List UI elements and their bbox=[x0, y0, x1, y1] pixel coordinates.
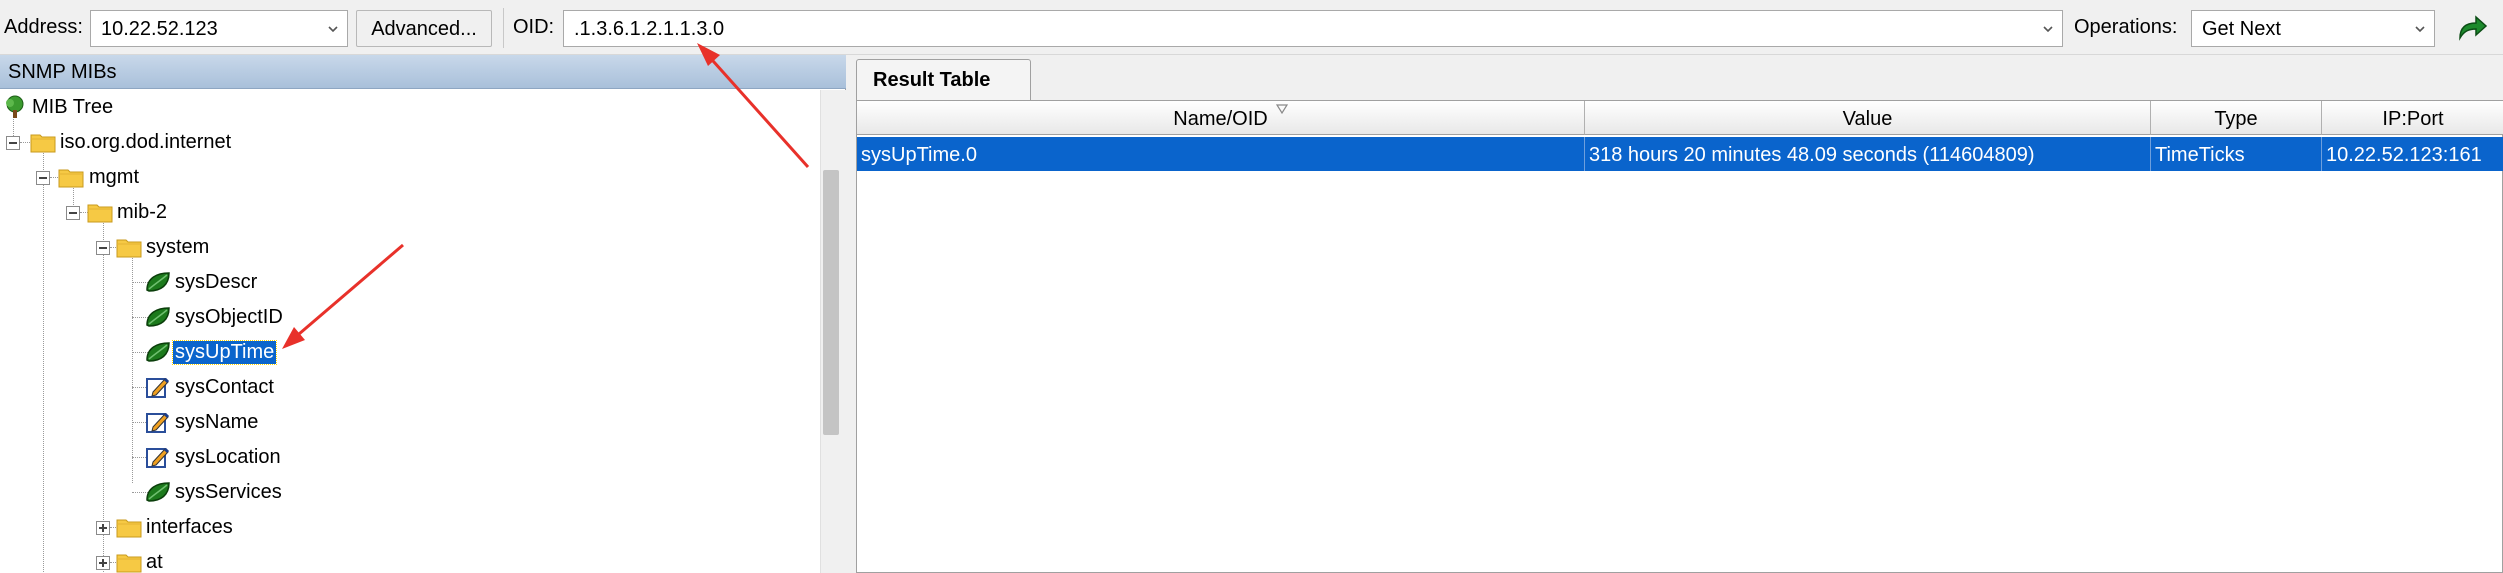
tree-node-iso[interactable]: iso.org.dod.internet bbox=[0, 125, 400, 159]
snmp-mibs-panel: SNMP MIBs MIB Tree iso.org.dod.internet … bbox=[0, 55, 846, 573]
panel-title: SNMP MIBs bbox=[8, 61, 117, 83]
operations-value: Get Next bbox=[2202, 18, 2281, 40]
chevron-down-icon bbox=[327, 23, 339, 35]
column-header-label: Type bbox=[2214, 108, 2258, 130]
tree-node-mib2[interactable]: mib-2 bbox=[0, 195, 300, 229]
panel-header: SNMP MIBs bbox=[0, 55, 846, 89]
oid-combobox[interactable]: .1.3.6.1.2.1.1.3.0 bbox=[563, 10, 2063, 47]
tree-node-sysdescr[interactable]: sysDescr bbox=[0, 265, 320, 299]
tree-node-label: system bbox=[146, 236, 210, 258]
tree-node-label: sysObjectID bbox=[175, 306, 283, 328]
edit-icon bbox=[145, 410, 171, 434]
cell-name: sysUpTime.0 bbox=[857, 137, 1585, 171]
tab-label: Result Table bbox=[873, 69, 991, 91]
tree-node-sysservices[interactable]: sysServices bbox=[0, 475, 320, 509]
tree-node-at[interactable]: at bbox=[0, 545, 300, 573]
tree-node-sysuptime[interactable]: sysUpTime bbox=[0, 335, 320, 369]
toolbar-separator bbox=[503, 8, 504, 48]
collapse-icon[interactable] bbox=[6, 136, 20, 150]
scrollbar-thumb[interactable] bbox=[823, 170, 839, 435]
advanced-button[interactable]: Advanced... bbox=[356, 10, 492, 47]
sort-indicator-icon bbox=[1276, 104, 1288, 114]
operations-combobox[interactable]: Get Next bbox=[2191, 10, 2435, 47]
chevron-down-icon bbox=[2414, 23, 2426, 35]
tree-node-label: iso.org.dod.internet bbox=[60, 131, 232, 153]
tree-node-root[interactable]: MIB Tree bbox=[0, 90, 300, 124]
cell-type: TimeTicks bbox=[2151, 137, 2322, 171]
column-header-label: Value bbox=[1842, 108, 1893, 130]
leaf-icon bbox=[145, 305, 171, 329]
address-combobox[interactable]: 10.22.52.123 bbox=[90, 10, 348, 47]
tree-node-label: interfaces bbox=[146, 516, 233, 538]
cell-text: 10.22.52.123:161 bbox=[2326, 144, 2482, 166]
toolbar: Address: 10.22.52.123 Advanced... OID: .… bbox=[0, 0, 2503, 55]
folder-icon bbox=[116, 235, 142, 259]
tree-node-syscontact[interactable]: sysContact bbox=[0, 370, 320, 404]
edit-icon bbox=[145, 445, 171, 469]
tree-node-system[interactable]: system bbox=[0, 230, 300, 264]
chevron-down-icon bbox=[2042, 23, 2054, 35]
tab-result-table[interactable]: Result Table bbox=[856, 59, 1031, 100]
column-header-label: IP:Port bbox=[2382, 108, 2444, 130]
leaf-icon bbox=[145, 340, 171, 364]
column-header-name[interactable]: Name/OID bbox=[857, 101, 1585, 135]
mib-tree: MIB Tree iso.org.dod.internet mgmt mib-2… bbox=[0, 90, 820, 573]
tree-node-label: MIB Tree bbox=[32, 96, 114, 118]
results-panel: Result Table Name/OID Value Type IP:Port… bbox=[850, 55, 2503, 573]
leaf-icon bbox=[145, 270, 171, 294]
tree-node-label: sysLocation bbox=[175, 446, 281, 468]
cell-text: sysUpTime.0 bbox=[861, 144, 977, 166]
table-row[interactable]: sysUpTime.0 318 hours 20 minutes 48.09 s… bbox=[857, 137, 2503, 171]
cell-value: 318 hours 20 minutes 48.09 seconds (1146… bbox=[1585, 137, 2151, 171]
cell-ipport: 10.22.52.123:161 bbox=[2322, 137, 2503, 171]
tree-node-label: sysServices bbox=[175, 481, 282, 503]
tree-icon bbox=[2, 95, 28, 119]
tree-node-sysobjectid[interactable]: sysObjectID bbox=[0, 300, 320, 334]
cell-text: 318 hours 20 minutes 48.09 seconds (1146… bbox=[1589, 144, 2035, 166]
collapse-icon[interactable] bbox=[66, 206, 80, 220]
column-header-ipport[interactable]: IP:Port bbox=[2322, 101, 2503, 135]
collapse-icon[interactable] bbox=[96, 241, 110, 255]
address-label: Address: bbox=[4, 16, 83, 38]
tree-node-mgmt[interactable]: mgmt bbox=[0, 160, 300, 194]
tree-node-interfaces[interactable]: interfaces bbox=[0, 510, 300, 544]
tree-node-label-selected: sysUpTime bbox=[171, 340, 278, 365]
expand-icon[interactable] bbox=[96, 556, 110, 570]
folder-icon bbox=[30, 130, 56, 154]
tree-node-syslocation[interactable]: sysLocation bbox=[0, 440, 320, 474]
column-header-label: Name/OID bbox=[1173, 108, 1268, 130]
tree-node-label: mgmt bbox=[89, 166, 139, 188]
folder-icon bbox=[87, 200, 113, 224]
folder-icon bbox=[116, 550, 142, 573]
advanced-button-label: Advanced... bbox=[371, 18, 477, 40]
leaf-icon bbox=[145, 480, 171, 504]
go-button[interactable] bbox=[2448, 10, 2500, 47]
column-header-type[interactable]: Type bbox=[2151, 101, 2322, 135]
edit-icon bbox=[145, 375, 171, 399]
folder-icon bbox=[116, 515, 142, 539]
result-table: Name/OID Value Type IP:Port sysUpTime.0 … bbox=[856, 100, 2503, 573]
operations-label: Operations: bbox=[2074, 16, 2178, 38]
tree-node-label: mib-2 bbox=[117, 201, 168, 223]
tree-node-label: at bbox=[146, 551, 163, 573]
tree-node-label: sysName bbox=[175, 411, 259, 433]
tree-scrollbar[interactable] bbox=[820, 90, 846, 573]
cell-text: TimeTicks bbox=[2155, 144, 2245, 166]
expand-icon[interactable] bbox=[96, 521, 110, 535]
go-arrow-icon bbox=[2459, 15, 2488, 41]
oid-label: OID: bbox=[513, 16, 555, 38]
tree-node-label: sysContact bbox=[175, 376, 274, 398]
column-header-value[interactable]: Value bbox=[1585, 101, 2151, 135]
collapse-icon[interactable] bbox=[36, 171, 50, 185]
folder-icon bbox=[58, 165, 84, 189]
tree-node-sysname[interactable]: sysName bbox=[0, 405, 320, 439]
tree-node-label: sysDescr bbox=[175, 271, 258, 293]
oid-value: .1.3.6.1.2.1.1.3.0 bbox=[574, 18, 725, 40]
address-value: 10.22.52.123 bbox=[101, 18, 218, 40]
